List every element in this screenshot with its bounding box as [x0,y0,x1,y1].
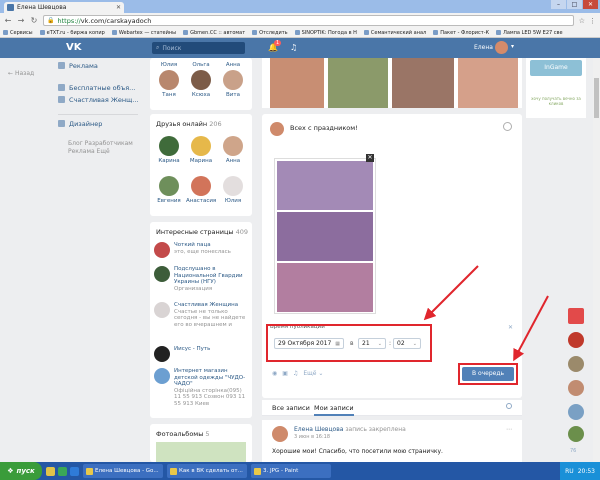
chat-avatar[interactable] [568,356,584,372]
more-options-icon[interactable]: ⋯ [506,426,512,433]
taskbar-task[interactable]: Как в ВК сделать от... [167,464,247,478]
chat-avatar[interactable] [568,308,584,324]
folder-icon[interactable] [46,466,55,476]
search-icon[interactable] [506,403,512,409]
ad-banner[interactable]: InGame хочу получать вечно за кликов [526,58,586,118]
paint-icon [254,467,261,475]
arrow-to-schedule [423,265,479,321]
taskbar-task[interactable]: 3. JPG - Paint [251,464,331,478]
chat-avatar[interactable] [568,332,584,348]
avatar [272,426,288,442]
start-button[interactable]: ❖ пуск [0,462,42,480]
chat-count: 76 [570,448,577,454]
system-tray: RU 20:53 [560,462,600,480]
tab-my-posts[interactable]: Мои записи [314,404,354,416]
ie-icon[interactable] [70,466,79,476]
page-scrollbar[interactable] [593,58,600,462]
os-taskbar: ❖ пуск Елена Шевцова - Go... Как в ВК сде… [0,462,600,480]
arrow-to-send [513,295,549,362]
quick-launch [46,466,79,476]
ad-text: хочу получать вечно за кликов [531,96,581,106]
scrollbar-thumb[interactable] [594,78,599,118]
post-time[interactable]: 3 июн в 16:18 [294,434,330,440]
taskbar-task[interactable]: Елена Шевцова - Go... [83,464,163,478]
chat-avatar[interactable] [568,426,584,442]
feed-tabs: Все записи Мои записи [262,400,522,416]
language-indicator[interactable]: RU [565,468,574,475]
chat-avatar[interactable] [568,404,584,420]
chrome-icon [86,467,93,475]
post-text: Хорошие мои! Спасибо, что посетили мою с… [272,448,443,455]
chrome-icon[interactable] [58,466,67,476]
word-icon [170,467,177,475]
screen: Елена Шевцова ✕ – □ ✕ ← → ↻ 🔒 https://vk… [0,0,600,480]
post-author[interactable]: Елена Шевцова запись закреплена [294,426,406,433]
ad-logo: InGame [530,60,582,76]
clock[interactable]: 20:53 [578,468,595,475]
tab-all-posts[interactable]: Все записи [272,404,310,412]
pinned-post: Елена Шевцова запись закреплена 3 июн в … [262,420,522,462]
windows-logo-icon: ❖ [7,467,14,475]
chat-avatar[interactable] [568,380,584,396]
